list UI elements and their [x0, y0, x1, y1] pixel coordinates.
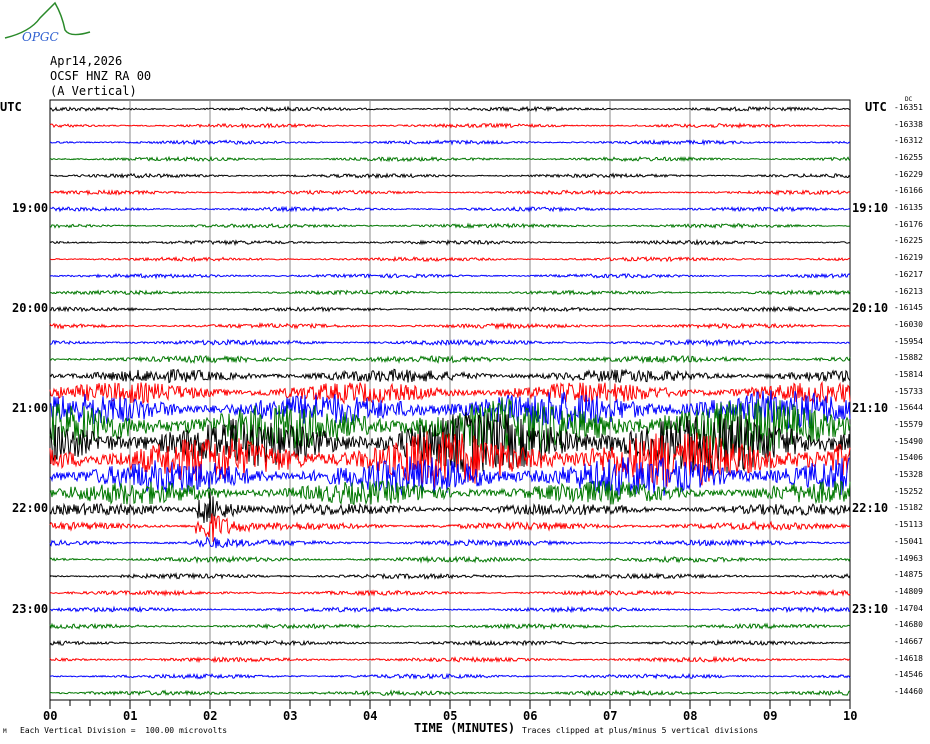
dc-offset-label: -16255	[894, 153, 923, 163]
seismogram-plot	[49, 99, 851, 709]
dc-offset-label: -16225	[894, 236, 923, 246]
dc-offset-label: -15406	[894, 453, 923, 463]
x-axis-title: TIME (MINUTES)	[414, 721, 516, 735]
dc-offset-label: -15733	[894, 386, 923, 396]
dc-offset-label: -15954	[894, 336, 923, 346]
dc-offset-label: -16030	[894, 319, 923, 329]
left-hour-label: 21:00	[12, 401, 49, 416]
dc-offset-label: -16229	[894, 169, 923, 179]
right-hour-label: 21:10	[852, 401, 889, 416]
dc-offset-label: -15041	[894, 536, 923, 546]
dc-offset-label: -14667	[894, 636, 923, 646]
dc-offset-label: -16135	[894, 203, 923, 213]
x-tick-label: 03	[283, 709, 298, 723]
dc-offset-label: -16312	[894, 136, 923, 146]
left-hour-label: 20:00	[12, 301, 49, 316]
x-tick-label: 08	[683, 709, 698, 723]
right-hour-label: 22:10	[852, 501, 889, 516]
x-tick-label: 00	[43, 709, 58, 723]
right-hour-label: 20:10	[852, 301, 889, 316]
dc-offset-label: -15182	[894, 503, 923, 513]
dc-offset-label: -15814	[894, 369, 923, 379]
dc-offset-label: -15644	[894, 403, 923, 413]
dc-offset-label: -16213	[894, 286, 923, 296]
dc-offset-label: -14546	[894, 670, 923, 680]
dc-offset-label: -14963	[894, 553, 923, 563]
dc-offset-label: -15113	[894, 520, 923, 530]
helicorder: OPGC Apr14,2026 OCSF HNZ RA 00 (A Vertic…	[0, 0, 930, 744]
x-tick-label: 06	[523, 709, 538, 723]
dc-offset-label: -14680	[894, 620, 923, 630]
x-tick-label: 07	[603, 709, 618, 723]
x-tick-label: 02	[203, 709, 218, 723]
dc-offset-label: -14875	[894, 570, 923, 580]
dc-offset-label: -16351	[894, 103, 923, 112]
dc-offset-label: -16166	[894, 186, 923, 196]
right-hour-label: 19:10	[852, 201, 889, 216]
dc-offset-label: -16217	[894, 269, 923, 279]
left-hour-label: 22:00	[12, 501, 49, 516]
dc-offset-label: -14704	[894, 603, 923, 613]
dc-offset-label: -15252	[894, 486, 923, 496]
x-tick-label: 04	[363, 709, 378, 723]
x-tick-label: 01	[123, 709, 138, 723]
dc-offset-label: -14618	[894, 653, 923, 663]
x-tick-label: 10	[843, 709, 858, 723]
dc-offset-label: -14460	[894, 687, 923, 696]
dc-offset-label: -15490	[894, 436, 923, 446]
dc-offset-label: -16219	[894, 253, 923, 263]
dc-offset-label: -15579	[894, 420, 923, 430]
dc-offset-label: -16176	[894, 219, 923, 229]
clip-note: Traces clipped at plus/minus 5 vertical …	[522, 726, 759, 735]
dc-offset-label: -16145	[894, 303, 923, 313]
corner-mark: M	[3, 728, 7, 735]
dc-offset-label: -15328	[894, 470, 923, 480]
right-hour-label: 23:10	[852, 601, 889, 616]
dc-offset-label: -14809	[894, 586, 923, 596]
x-tick-label: 09	[763, 709, 778, 723]
left-hour-label: 23:00	[12, 601, 49, 616]
left-hour-label: 19:00	[12, 201, 49, 216]
dc-offset-label: -15882	[894, 353, 923, 363]
dc-offset-label: -16338	[894, 119, 923, 129]
scale-note: Each Vertical Division = 100.00 microvol…	[20, 726, 228, 735]
